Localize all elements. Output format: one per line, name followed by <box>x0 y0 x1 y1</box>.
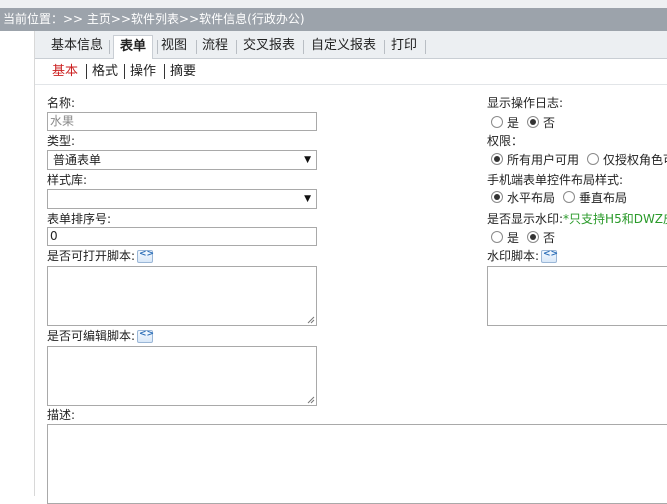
open-script-textarea[interactable] <box>47 266 317 326</box>
oplog-no-radio[interactable] <box>527 116 539 128</box>
tab-separator <box>109 40 110 54</box>
watermark-hint: *只支持H5和DWZ皮 <box>563 212 667 226</box>
top-strip <box>0 0 667 8</box>
name-input[interactable]: 水果 <box>47 112 317 131</box>
tab-separator <box>303 40 304 54</box>
tab-view[interactable]: 视图 <box>155 35 193 59</box>
mobile-vertical-radio[interactable] <box>563 191 575 203</box>
resize-grip-icon[interactable] <box>307 396 315 404</box>
operation-log-label: 显示操作日志: <box>487 96 564 110</box>
tab-print[interactable]: 打印 <box>385 35 423 59</box>
subtab-summary[interactable]: 摘要 <box>170 63 196 80</box>
watermark-yes-label: 是 <box>507 231 520 245</box>
tab-basic-info[interactable]: 基本信息 <box>45 35 109 59</box>
watermark-no-label: 否 <box>543 231 556 245</box>
watermark-yes-radio[interactable] <box>491 231 503 243</box>
breadcrumb: 当前位置：>> 主页>>软件列表>>软件信息(行政办公) <box>0 8 667 31</box>
subtab-separator <box>86 64 87 79</box>
sub-tab-bar: 基本 格式 操作 摘要 <box>35 59 667 85</box>
chevron-down-icon: ▼ <box>304 155 311 165</box>
form-order-input[interactable]: 0 <box>47 227 317 246</box>
type-select-value: 普通表单 <box>53 153 102 167</box>
open-script-label: 是否可打开脚本: <box>47 249 136 263</box>
script-editor-icon[interactable]: <> <box>137 329 154 343</box>
perm-all-radio[interactable] <box>491 153 503 165</box>
mobile-layout-label: 手机端表单控件布局样式: <box>487 173 624 187</box>
description-textarea[interactable] <box>47 424 667 504</box>
type-label: 类型: <box>47 134 76 148</box>
subtab-separator <box>164 64 165 79</box>
watermark-script-textarea[interactable] <box>487 266 667 326</box>
form-order-label: 表单排序号: <box>47 212 112 226</box>
tab-cross-report[interactable]: 交叉报表 <box>237 35 301 59</box>
permission-label: 权限： <box>487 134 524 148</box>
name-label: 名称: <box>47 96 76 110</box>
perm-auth-radio[interactable] <box>587 153 599 165</box>
mobile-horizontal-radio[interactable] <box>491 191 503 203</box>
description-label: 描述: <box>47 408 76 422</box>
mobile-vertical-label: 垂直布局 <box>579 191 628 205</box>
chevron-down-icon: ▼ <box>304 194 311 204</box>
edit-script-textarea[interactable] <box>47 346 317 406</box>
watermark-script-label: 水印脚本: <box>487 249 540 263</box>
style-library-label: 样式库: <box>47 173 88 187</box>
tab-custom-report[interactable]: 自定义报表 <box>305 35 382 59</box>
script-editor-icon[interactable]: <> <box>137 249 154 263</box>
subtab-basic[interactable]: 基本 <box>52 63 78 80</box>
subtab-format[interactable]: 格式 <box>92 63 118 80</box>
tab-workflow[interactable]: 流程 <box>196 35 234 59</box>
watermark-no-radio[interactable] <box>527 231 539 243</box>
perm-all-label: 所有用户可用 <box>507 153 580 167</box>
subtab-separator <box>124 64 125 79</box>
tab-form[interactable]: 表单 <box>113 35 154 60</box>
oplog-yes-radio[interactable] <box>491 116 503 128</box>
oplog-yes-label: 是 <box>507 116 520 130</box>
watermark-label: 是否显示水印:*只支持H5和DWZ皮 <box>487 212 667 226</box>
oplog-no-label: 否 <box>543 116 556 130</box>
main-tab-bar: 基本信息 表单 视图 流程 交叉报表 自定义报表 打印 <box>35 31 667 60</box>
script-editor-icon[interactable]: <> <box>541 249 558 263</box>
edit-script-label: 是否可编辑脚本: <box>47 329 136 343</box>
subtab-operation[interactable]: 操作 <box>130 63 156 80</box>
type-select[interactable]: 普通表单 ▼ <box>47 150 317 170</box>
style-library-select[interactable]: ▼ <box>47 189 317 209</box>
left-margin-panel <box>0 31 35 496</box>
tab-separator <box>425 40 426 54</box>
mobile-horizontal-label: 水平布局 <box>507 191 556 205</box>
perm-auth-label: 仅授权角色可 <box>603 153 667 167</box>
resize-grip-icon[interactable] <box>307 316 315 324</box>
